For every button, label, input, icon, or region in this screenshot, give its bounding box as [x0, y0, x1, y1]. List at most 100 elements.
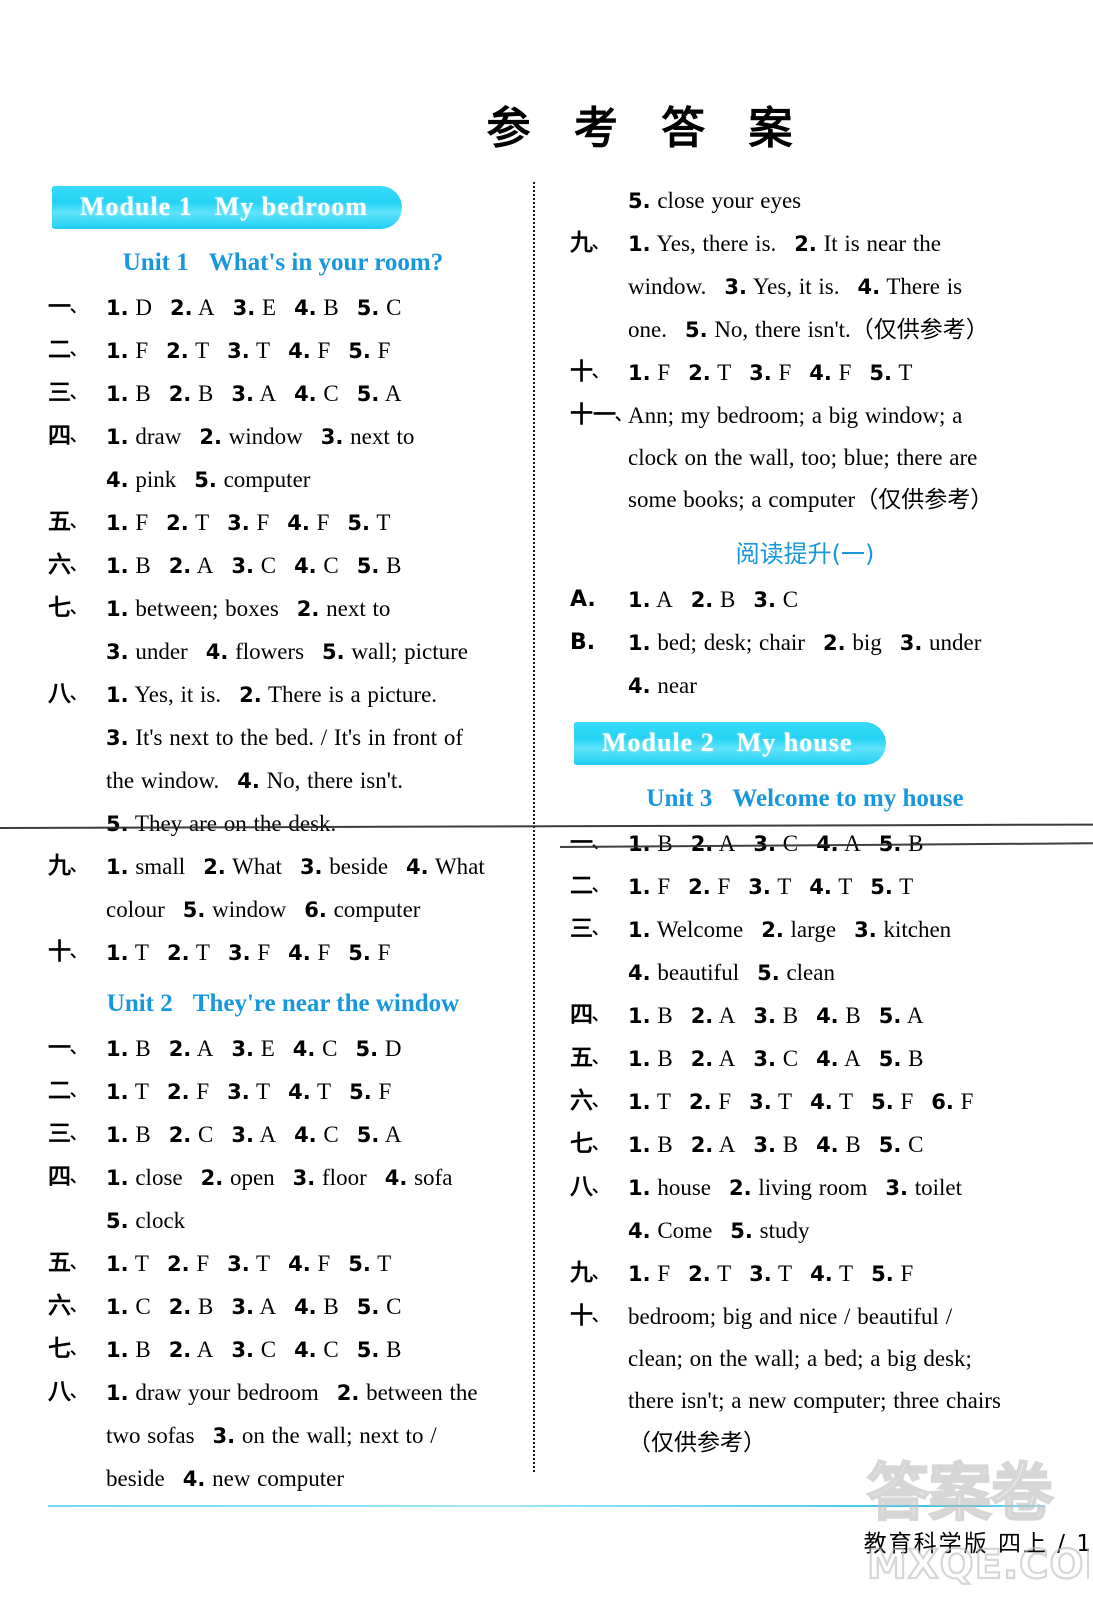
answer-label: 五、	[48, 1250, 87, 1276]
answer-line: 七、 1. between; boxes 2. next to	[48, 588, 518, 630]
answer-label: 九、	[570, 1260, 609, 1286]
answer-line: 九、 1. small 2. What 3. beside 4. What	[48, 846, 518, 888]
answer-text: 1. F 2. T 3. F 4. F 5. T	[628, 360, 913, 385]
answer-label: 三、	[48, 1121, 87, 1147]
answer-label: 三、	[48, 380, 87, 406]
answer-text: 3. under 4. flowers 5. wall; picture	[106, 639, 468, 664]
answer-label: 四、	[48, 1164, 87, 1190]
answer-line: 八、 1. house 2. living room 3. toilet	[570, 1167, 1040, 1209]
answer-label: 八、	[48, 681, 87, 707]
answer-text: there isn't; a new computer; three chair…	[628, 1388, 1001, 1413]
module-banner-1-name: Module 1	[80, 192, 193, 221]
answer-label: 九、	[570, 230, 609, 256]
answer-text: window. 3. Yes, it is. 4. There is	[628, 274, 963, 299]
answer-line: two sofas 3. on the wall; next to /	[48, 1415, 518, 1457]
answer-text: clock on the wall, too; blue; there are	[628, 445, 978, 470]
answer-text: 1. T 2. F 3. T 4. T 5. F	[106, 1079, 392, 1104]
answer-text: 4. Come 5. study	[628, 1218, 810, 1243]
answer-line: 五、 1. F 2. T 3. F 4. F 5. T	[48, 502, 518, 544]
answer-line: 3. It's next to the bed. / It's in front…	[48, 717, 518, 759]
answer-line: 十、 bedroom; big and nice / beautiful /	[570, 1296, 1040, 1337]
answer-text: 1. F 2. T 3. T 4. T 5. F	[628, 1261, 914, 1286]
answer-text: 5. clock	[106, 1208, 186, 1233]
unit-2-name: Unit 2	[106, 990, 173, 1017]
answer-label: 五、	[48, 509, 87, 535]
answer-text: 1. B 2. A 3. B 4. B 5. A	[628, 1003, 924, 1028]
answer-line: 四、 1. B 2. A 3. B 4. B 5. A	[570, 995, 1040, 1037]
module-banner-1-title: My bedroom	[214, 192, 368, 221]
answer-line: 三、 1. B 2. C 3. A 4. C 5. A	[48, 1114, 518, 1156]
unit-2-answer-list: 一、 1. B 2. A 3. E 4. C 5. D 二、 1. T 2. F 3. T 4. T…	[48, 1028, 518, 1500]
unit-2-title: They're near the window	[192, 990, 460, 1017]
answer-text: 1. between; boxes 2. next to	[106, 596, 391, 621]
answer-line: 4. beautiful 5. clean	[570, 952, 1040, 994]
answer-label: 一、	[570, 830, 609, 856]
answer-label: 七、	[48, 595, 87, 621]
answer-line: 四、 1. close 2. open 3. floor 4. sofa	[48, 1157, 518, 1199]
answer-line: 六、 1. T 2. F 3. T 4. T 5. F 6. F	[570, 1081, 1040, 1123]
unit-heading-3: Unit 3 Welcome to my house	[570, 785, 1040, 813]
unit-heading-1: Unit 1 What's in your room?	[48, 249, 518, 277]
answer-text: 1. Welcome 2. large 3. kitchen	[628, 917, 952, 942]
answer-line: 七、 1. B 2. A 3. C 4. C 5. B	[48, 1329, 518, 1371]
answer-text: 1. D 2. A 3. E 4. B 5. C	[106, 295, 402, 320]
answer-line: 二、 1. F 2. F 3. T 4. T 5. T	[570, 866, 1040, 908]
answer-line: colour 5. window 6. computer	[48, 889, 518, 931]
reading-section-heading: 阅读提升(一)	[735, 540, 875, 568]
answer-text: 1. bed; desk; chair 2. big 3. under	[628, 630, 982, 655]
page-title: 参 考 答 案	[486, 103, 807, 154]
answer-text: 4. near	[628, 673, 697, 698]
answer-text: 1. T 2. F 3. T 4. F 5. T	[106, 1251, 392, 1276]
answer-text: 5. They are on the desk.	[106, 811, 337, 836]
module-banner-1: Module 1 My bedroom	[52, 186, 402, 229]
answer-text: 1. draw your bedroom 2. between the	[106, 1380, 478, 1405]
unit-2-continued-list: 5. close your eyes 九、 1. Yes, there is. 2. …	[570, 180, 1040, 520]
answer-label: 二、	[570, 873, 609, 899]
answer-label: 二、	[48, 337, 87, 363]
footer-rule	[48, 1505, 1045, 1507]
answer-line: beside 4. new computer	[48, 1458, 518, 1500]
answer-line: A. 1. A 2. B 3. C	[570, 579, 1040, 621]
answer-text: Ann; my bedroom; a big window; a	[628, 403, 963, 428]
answer-label: 一、	[48, 294, 87, 320]
watermark: 答案卷 MXQE.COM	[866, 1455, 1089, 1589]
module-banner-2-title: My house	[736, 728, 853, 757]
reading-answer-list: A. 1. A 2. B 3. C B. 1. bed; desk; chair 2. bi…	[570, 579, 1040, 707]
answer-line: 一、 1. B 2. A 3. E 4. C 5. D	[48, 1028, 518, 1070]
answer-text: 1. draw 2. window 3. next to	[106, 424, 415, 449]
unit-3-answer-list: 一、 1. B 2. A 3. C 4. A 5. B 二、 1. F 2. F 3. T 4. T…	[570, 823, 1040, 1463]
answer-text: 4. pink 5. computer	[106, 467, 311, 492]
answer-text: clean; on the wall; a bed; a big desk;	[628, 1346, 972, 1371]
answer-line: 九、 1. Yes, there is. 2. It is near the	[570, 223, 1040, 265]
answer-line: 十、 1. F 2. T 3. F 4. F 5. T	[570, 352, 1040, 394]
answer-line: the window. 4. No, there isn't.	[48, 760, 518, 802]
answer-text: 3. It's next to the bed. / It's in front…	[106, 725, 464, 750]
answer-text: 1. small 2. What 3. beside 4. What	[106, 854, 485, 879]
answer-line: 六、 1. B 2. A 3. C 4. C 5. B	[48, 545, 518, 587]
answer-line: clean; on the wall; a bed; a big desk;	[570, 1338, 1040, 1379]
answer-line: 二、 1. T 2. F 3. T 4. T 5. F	[48, 1071, 518, 1113]
unit-1-name: Unit 1	[122, 249, 189, 276]
answer-text: 1. B 2. A 3. E 4. C 5. D	[106, 1036, 402, 1061]
answer-line: 5. clock	[48, 1200, 518, 1242]
answer-label: 十一、	[570, 402, 632, 428]
answer-label: 二、	[48, 1078, 87, 1104]
answer-text: 1. B 2. A 3. C 4. C 5. B	[106, 553, 402, 578]
answer-text: 1. A 2. B 3. C	[628, 587, 799, 612]
answer-text: 1. F 2. T 3. F 4. F 5. T	[106, 510, 391, 535]
answer-label: 六、	[48, 1293, 87, 1319]
answer-line: there isn't; a new computer; three chair…	[570, 1380, 1040, 1421]
answer-line: 五、 1. B 2. A 3. C 4. A 5. B	[570, 1038, 1040, 1080]
answer-text: two sofas 3. on the wall; next to /	[106, 1423, 437, 1448]
answer-text: 1. close 2. open 3. floor 4. sofa	[106, 1165, 453, 1190]
answer-label: 三、	[570, 916, 609, 942]
answer-text: one. 5. No, there isn't.（仅供参考）	[628, 317, 989, 342]
answer-line: 5. They are on the desk.	[48, 803, 518, 845]
answer-label: 七、	[48, 1336, 87, 1362]
answer-line: 三、 1. B 2. B 3. A 4. C 5. A	[48, 373, 518, 415]
answer-line: 十、 1. T 2. T 3. F 4. F 5. F	[48, 932, 518, 974]
answer-line: 八、 1. Yes, it is. 2. There is a picture.	[48, 674, 518, 716]
answer-label: 四、	[48, 423, 87, 449]
answer-line: 八、 1. draw your bedroom 2. between the	[48, 1372, 518, 1414]
answer-label: 六、	[570, 1088, 609, 1114]
